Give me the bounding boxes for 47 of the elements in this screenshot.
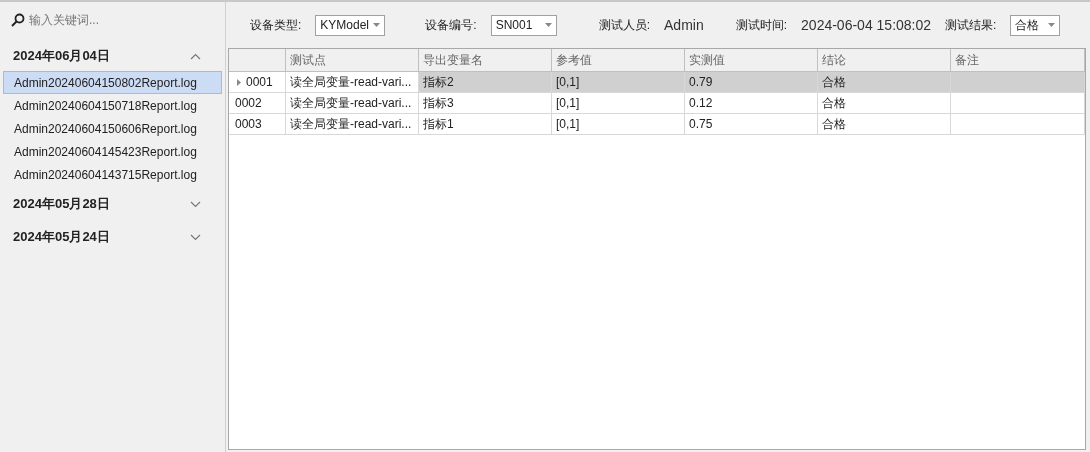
group-header[interactable]: 2024年05月28日 (0, 189, 225, 219)
group-header[interactable]: 2024年05月24日 (0, 222, 225, 252)
table-cell: [0,1] (552, 114, 685, 134)
dropdown[interactable]: SN001 (490, 14, 557, 36)
dropdown[interactable]: 合格 (1010, 14, 1061, 36)
test-time-value: 2024-06-04 15:08:02 (801, 15, 932, 35)
file-item[interactable]: Admin20240604150802Report.log (3, 71, 222, 94)
column-header[interactable]: 参考值 (552, 49, 685, 71)
table-cell: 合格 (818, 114, 951, 134)
column-header[interactable]: 导出变量名 (419, 49, 552, 71)
row-indicator-icon (237, 78, 241, 86)
search-field[interactable]: 输入关键词... (29, 11, 214, 29)
row-header: 0001 (229, 72, 286, 92)
field-label: 测试时间: (735, 17, 788, 34)
column-header[interactable]: 实测值 (685, 49, 818, 71)
field-label: 测试人员: (598, 17, 651, 34)
group-header[interactable]: 2024年06月04日 (0, 41, 225, 71)
caret-icon (373, 23, 381, 27)
table-cell: 合格 (818, 72, 951, 92)
table-cell: 0.79 (685, 72, 818, 92)
field-label: 测试结果: (945, 17, 997, 34)
caret-icon (544, 23, 552, 27)
search-icon (11, 13, 25, 27)
table-cell: 指标1 (419, 114, 552, 134)
table-row[interactable]: 0003 读全局变量-read-vari... 指标1 [0,1] 0.75 合格 (229, 114, 1085, 135)
file-item[interactable]: Admin20240604150718Report.log (3, 94, 222, 117)
table-cell: [0,1] (552, 72, 685, 92)
table-cell: 指标2 (419, 72, 552, 92)
file-item[interactable]: Admin20240604143715Report.log (3, 163, 222, 186)
caret-icon (1048, 23, 1056, 27)
table-cell: 0.12 (685, 93, 818, 113)
table-cell: 指标3 (419, 93, 552, 113)
field-label: 设备编号: (425, 17, 477, 34)
table-cell: 合格 (818, 93, 951, 113)
table-cell: 读全局变量-read-vari... (286, 72, 419, 92)
tester-value: Admin (664, 15, 704, 35)
file-item[interactable]: Admin20240604150606Report.log (3, 117, 222, 140)
file-item[interactable]: Admin20240604145423Report.log (3, 140, 222, 163)
field-label: 设备类型: (250, 17, 302, 34)
column-header[interactable]: 备注 (951, 49, 1085, 71)
table-row[interactable]: 0001 读全局变量-read-vari... 指标2 [0,1] 0.79 合格 (229, 72, 1085, 93)
dropdown[interactable]: KYModel (315, 14, 386, 36)
column-header[interactable]: 测试点 (286, 49, 419, 71)
table-row[interactable]: 0002 读全局变量-read-vari... 指标3 [0,1] 0.12 合格 (229, 93, 1085, 114)
table-cell: 0.75 (685, 114, 818, 134)
column-header[interactable]: 结论 (818, 49, 951, 71)
table-cell: [0,1] (552, 93, 685, 113)
